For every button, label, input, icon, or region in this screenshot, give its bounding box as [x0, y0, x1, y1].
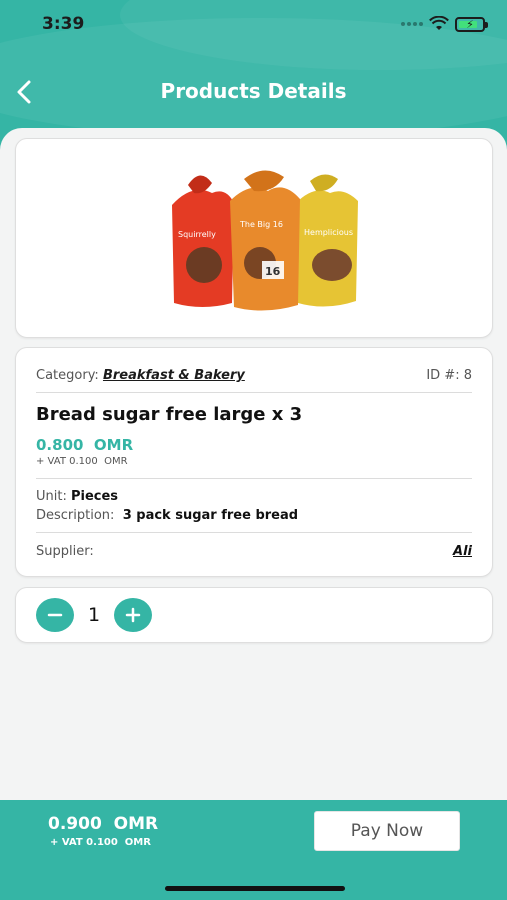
- total-vat: + VAT 0.100 OMR: [50, 837, 151, 848]
- divider: [36, 392, 472, 393]
- product-image: Squirrelly Hemplicious 16 The Big 16: [172, 170, 358, 311]
- id-value: 8: [463, 368, 472, 383]
- minus-icon: [47, 613, 63, 617]
- divider: [36, 532, 472, 533]
- quantity-stepper: 1: [15, 587, 493, 643]
- description-row: Description: 3 pack sugar free bread: [36, 508, 298, 523]
- divider: [36, 478, 472, 479]
- category-field: Category: Breakfast & Bakery: [36, 368, 245, 383]
- total-price: 0.900 OMR: [48, 814, 158, 834]
- total-vat-currency: OMR: [124, 837, 151, 848]
- product-name: Bread sugar free large x 3: [36, 404, 303, 425]
- svg-text:The Big 16: The Big 16: [239, 220, 283, 229]
- decrease-quantity-button[interactable]: [36, 598, 74, 632]
- category-label: Category:: [36, 368, 99, 383]
- total-currency: OMR: [113, 814, 159, 834]
- supplier-link[interactable]: Ali: [453, 544, 472, 559]
- pay-now-button[interactable]: Pay Now: [314, 811, 460, 851]
- svg-text:Hemplicious: Hemplicious: [304, 228, 353, 237]
- supplier-label: Supplier:: [36, 544, 94, 559]
- product-vat: + VAT 0.100 OMR: [36, 456, 128, 467]
- price-currency: OMR: [93, 436, 134, 454]
- vat-currency: OMR: [104, 456, 128, 467]
- total-value: 0.900: [48, 814, 102, 834]
- product-image-card: Squirrelly Hemplicious 16 The Big 16: [15, 138, 493, 338]
- product-info-card: Category: Breakfast & Bakery ID #: 8 Bre…: [15, 347, 493, 577]
- checkout-footer: 0.900 OMR + VAT 0.100 OMR Pay Now: [0, 800, 507, 900]
- svg-text:16: 16: [265, 265, 281, 278]
- page-title: Products Details: [160, 79, 347, 103]
- plus-icon: [125, 607, 141, 623]
- home-indicator: [165, 886, 345, 891]
- battery-icon: ⚡: [455, 16, 488, 32]
- increase-quantity-button[interactable]: [114, 598, 152, 632]
- description-label: Description:: [36, 508, 115, 523]
- id-label: ID #:: [426, 368, 460, 383]
- unit-row: Unit: Pieces: [36, 489, 118, 504]
- status-time: 3:39: [42, 14, 85, 34]
- unit-value: Pieces: [70, 489, 119, 504]
- product-id: ID #: 8: [426, 368, 472, 383]
- price-value: 0.800: [36, 436, 84, 454]
- category-row: Category: Breakfast & Bakery ID #: 8: [36, 368, 472, 383]
- vat-value: + VAT 0.100: [36, 456, 98, 467]
- description-value: 3 pack sugar free bread: [122, 508, 299, 523]
- quantity-value: 1: [88, 604, 101, 626]
- status-icons: ⚡: [401, 16, 488, 32]
- wifi-icon: [429, 16, 449, 30]
- category-link[interactable]: Breakfast & Bakery: [103, 368, 245, 383]
- total-vat-value: + VAT 0.100: [50, 837, 118, 848]
- signal-icon: [401, 22, 423, 26]
- unit-label: Unit:: [36, 489, 67, 504]
- svg-text:Squirrelly: Squirrelly: [178, 230, 216, 239]
- product-price: 0.800 OMR: [36, 436, 133, 454]
